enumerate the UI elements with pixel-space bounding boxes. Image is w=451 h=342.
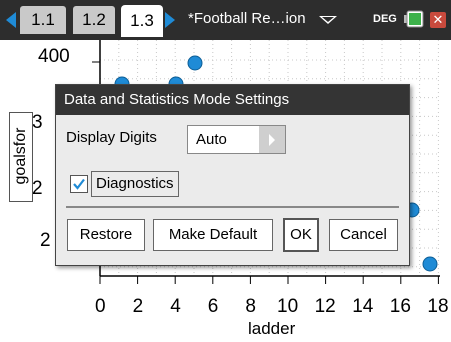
display-digits-value: Auto — [196, 131, 227, 148]
settings-dialog: Data and Statistics Mode Settings Displa… — [55, 84, 410, 266]
x-tick-label: 18 — [427, 296, 449, 317]
diagnostics-label[interactable]: Diagnostics — [91, 171, 179, 197]
x-tick-label: 2 — [132, 296, 144, 317]
x-tick-label: 8 — [245, 296, 256, 317]
tab-1-1[interactable]: 1.1 — [20, 6, 66, 34]
dialog-title: Data and Statistics Mode Settings — [64, 91, 290, 108]
x-axis-label[interactable]: ladder — [248, 319, 295, 339]
x-tick-label: 16 — [389, 296, 411, 317]
document-title[interactable]: *Football Re…ion — [188, 10, 306, 27]
dialog-titlebar: Data and Statistics Mode Settings — [56, 85, 409, 115]
display-digits-label: Display Digits — [66, 129, 157, 146]
dropdown-arrow-icon[interactable] — [259, 126, 285, 153]
data-point — [187, 55, 203, 71]
battery-icon — [404, 10, 424, 28]
tab-1-3[interactable]: 1.3 — [121, 5, 163, 37]
diagnostics-checkbox[interactable] — [70, 175, 88, 193]
nav-right-arrow-icon[interactable] — [165, 12, 175, 28]
make-default-button[interactable]: Make Default — [153, 219, 273, 251]
y-axis-label-text: goalsfor — [12, 127, 29, 185]
ok-button[interactable]: OK — [283, 218, 319, 252]
nav-left-arrow-icon[interactable] — [6, 12, 16, 28]
x-tick-label: 4 — [170, 296, 181, 317]
x-tick-label: 6 — [207, 296, 219, 317]
checkmark-icon — [73, 178, 85, 190]
angle-mode-indicator: DEG — [373, 13, 397, 25]
close-icon[interactable]: ✕ — [430, 12, 446, 28]
display-digits-select[interactable]: Auto — [187, 125, 286, 154]
restore-button[interactable]: Restore — [67, 219, 145, 251]
y-tick-label: 2 — [32, 178, 43, 199]
y-axis-label[interactable]: goalsfor — [9, 112, 33, 202]
x-ticks — [99, 276, 439, 284]
x-tick-label: 10 — [277, 296, 299, 317]
data-point — [422, 256, 438, 272]
x-tick-label: 14 — [352, 296, 374, 317]
x-tick-label: 0 — [95, 296, 106, 317]
dropdown-caret-icon[interactable] — [319, 16, 337, 24]
tab-bar: 1.1 1.2 1.3 *Football Re…ion DEG ✕ — [0, 0, 451, 40]
tab-1-2[interactable]: 1.2 — [73, 6, 115, 34]
divider — [66, 206, 399, 208]
y-tick-label: 2 — [40, 230, 51, 251]
y-tick-label: 400 — [38, 46, 70, 67]
x-tick-label: 12 — [314, 296, 336, 317]
y-tick-label: 3 — [32, 112, 43, 133]
cancel-button[interactable]: Cancel — [329, 219, 398, 251]
